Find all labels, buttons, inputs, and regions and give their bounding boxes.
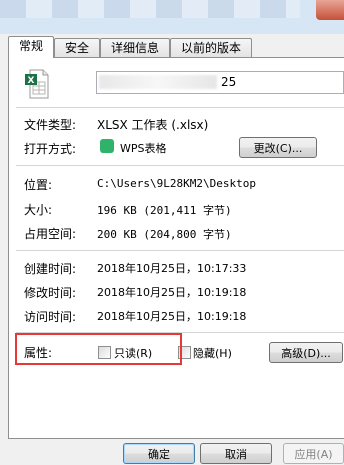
file-type-value: XLSX 工作表 (.xlsx) — [97, 118, 209, 132]
created-label: 创建时间: — [24, 262, 77, 276]
filename-text: 25 — [221, 75, 237, 89]
xlsx-file-icon: X — [25, 69, 49, 99]
file-properties-dialog: 常规 安全 详细信息 以前的版本 X 25 文件类型: XLSX 工作表 (.x… — [0, 0, 344, 464]
size-on-disk-label: 占用空间: — [24, 227, 77, 241]
open-with-label: 打开方式: — [24, 142, 77, 156]
hidden-label[interactable]: 隐藏(H) — [193, 345, 232, 361]
tab-security[interactable]: 安全 — [54, 38, 100, 57]
modified-value: 2018年10月25日，10:19:18 — [97, 286, 247, 299]
title-bar-blur — [0, 0, 300, 18]
created-value: 2018年10月25日，10:17:33 — [97, 262, 247, 275]
modified-label: 修改时间: — [24, 286, 77, 300]
title-bar — [0, 0, 344, 34]
open-with-value: WPS表格 — [120, 142, 167, 155]
cancel-button[interactable]: 取消 — [200, 443, 272, 464]
accessed-value: 2018年10月25日，10:19:18 — [97, 310, 247, 323]
change-button[interactable]: 更改(C)... — [239, 137, 317, 158]
close-button[interactable] — [316, 0, 344, 20]
tab-previous-versions[interactable]: 以前的版本 — [170, 38, 252, 57]
size-value: 196 KB (201,411 字节) — [97, 204, 232, 217]
location-label: 位置: — [24, 178, 53, 192]
filename-input[interactable]: 25 — [96, 71, 344, 94]
size-label: 大小: — [24, 203, 53, 217]
attributes-highlight — [15, 333, 182, 365]
divider — [16, 250, 344, 251]
filename-blurred — [99, 75, 217, 89]
advanced-button[interactable]: 高级(D)... — [269, 342, 343, 363]
size-on-disk-value: 200 KB (204,800 字节) — [97, 228, 232, 241]
accessed-label: 访问时间: — [24, 310, 77, 324]
file-type-label: 文件类型: — [24, 118, 77, 132]
wps-spreadsheet-icon — [100, 139, 114, 153]
svg-text:X: X — [28, 76, 35, 86]
location-value: C:\Users\9L28KM2\Desktop — [97, 177, 256, 190]
apply-button[interactable]: 应用(A) — [283, 443, 344, 464]
tab-details[interactable]: 详细信息 — [100, 38, 170, 57]
divider — [16, 107, 344, 108]
divider — [16, 165, 344, 166]
general-panel — [8, 57, 344, 439]
ok-button[interactable]: 确定 — [123, 443, 195, 464]
tab-general[interactable]: 常规 — [8, 36, 54, 58]
